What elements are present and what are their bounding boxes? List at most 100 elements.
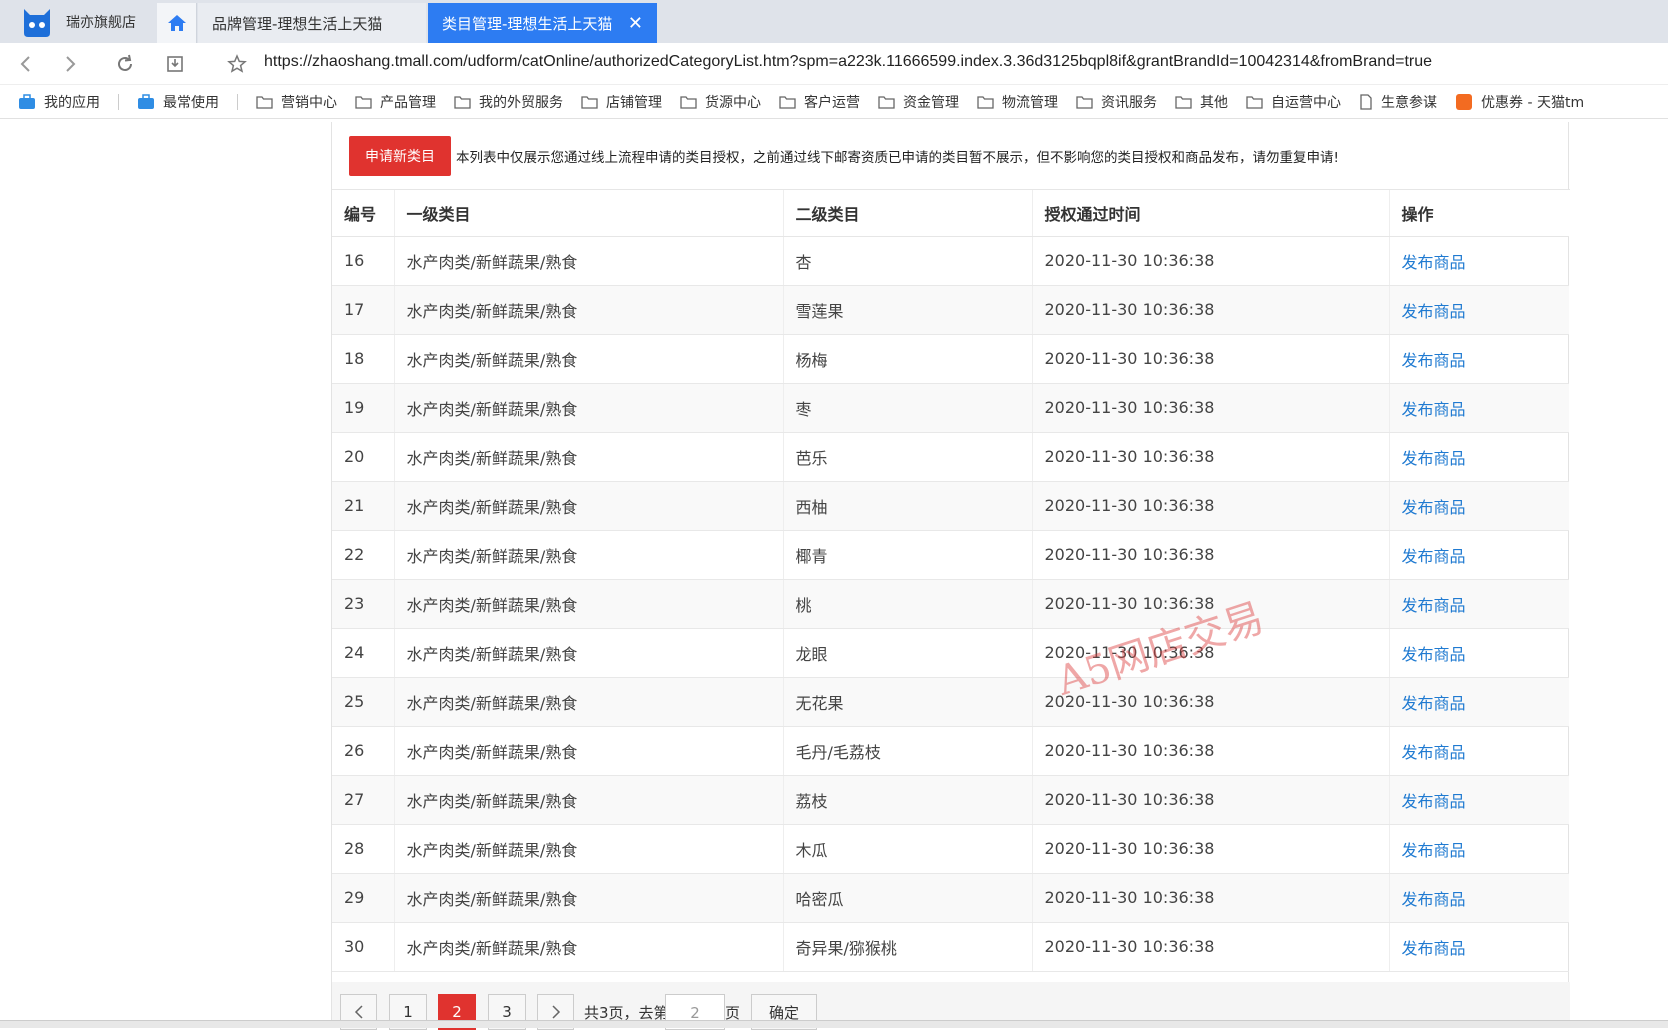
cell-cat2: 奇异果/猕猴桃 — [783, 922, 1033, 972]
coupon-icon — [1456, 93, 1472, 110]
tab-category-management[interactable]: 类目管理-理想生活上天猫 ✕ — [428, 3, 657, 43]
cell-time: 2020-11-30 10:36:38 — [1032, 677, 1390, 727]
table-row: 30 水产肉类/新鲜蔬果/熟食 奇异果/猕猴桃 2020-11-30 10:36:38… — [332, 922, 1569, 972]
cell-cat1: 水产肉类/新鲜蔬果/熟食 — [394, 285, 784, 335]
bookmark-folder[interactable]: 产品管理 — [355, 92, 436, 112]
cell-cat1: 水产肉类/新鲜蔬果/熟食 — [394, 726, 784, 776]
cell-cat1: 水产肉类/新鲜蔬果/熟食 — [394, 922, 784, 972]
briefcase-icon — [138, 93, 154, 109]
bookmark-folder[interactable]: 我的外贸服务 — [454, 92, 563, 112]
bookmark-folder[interactable]: 自运营中心 — [1246, 92, 1341, 112]
bookmark-folder[interactable]: 店铺管理 — [581, 92, 662, 112]
home-icon — [167, 15, 186, 31]
bookmark-page[interactable]: 生意参谋 — [1359, 92, 1437, 112]
bookmark-label: 客户运营 — [804, 94, 860, 111]
folder-icon — [680, 95, 697, 109]
table-header-row: 编号 一级类目 二级类目 授权通过时间 操作 — [332, 190, 1569, 237]
table-row: 19 水产肉类/新鲜蔬果/熟食枣 2020-11-30 10:36:38 发布商品 — [332, 383, 1569, 433]
address-bar: https://zhaoshang.tmall.com/udform/catOn… — [0, 43, 1668, 85]
publish-product-link[interactable]: 发布商品 — [1389, 824, 1569, 874]
bookmark-folder[interactable]: 其他 — [1175, 92, 1228, 112]
folder-icon — [581, 95, 598, 109]
publish-product-link[interactable]: 发布商品 — [1389, 383, 1569, 433]
bookmark-folder[interactable]: 物流管理 — [977, 92, 1058, 112]
cell-id: 19 — [332, 383, 395, 433]
bookmark-folder[interactable]: 资讯服务 — [1076, 92, 1157, 112]
cell-cat1: 水产肉类/新鲜蔬果/熟食 — [394, 775, 784, 825]
tab-label: 类目管理-理想生活上天猫 — [442, 14, 613, 33]
bookmark-separator — [118, 93, 119, 110]
cell-cat1: 水产肉类/新鲜蔬果/熟食 — [394, 824, 784, 874]
publish-product-link[interactable]: 发布商品 — [1389, 432, 1569, 482]
bookmark-label: 资讯服务 — [1101, 94, 1157, 111]
bookmark-label: 货源中心 — [705, 94, 761, 111]
column-header-id: 编号 — [332, 190, 395, 237]
folder-icon — [454, 95, 471, 109]
cell-id: 22 — [332, 530, 395, 580]
publish-product-link[interactable]: 发布商品 — [1389, 236, 1569, 286]
apply-new-category-button[interactable]: 申请新类目 — [349, 135, 451, 176]
chevron-right-icon — [551, 1005, 560, 1019]
cell-time: 2020-11-30 10:36:38 — [1032, 824, 1390, 874]
publish-product-link[interactable]: 发布商品 — [1389, 628, 1569, 678]
publish-product-link[interactable]: 发布商品 — [1389, 726, 1569, 776]
bookmark-folder[interactable]: 客户运营 — [779, 92, 860, 112]
bookmark-label: 我的应用 — [44, 94, 100, 111]
cell-cat1: 水产肉类/新鲜蔬果/熟食 — [394, 334, 784, 384]
category-table: 编号 一级类目 二级类目 授权通过时间 操作 16 水产肉类/新鲜蔬果/熟食杏 20… — [332, 190, 1569, 972]
briefcase-icon — [19, 93, 35, 109]
home-tab[interactable] — [157, 3, 197, 43]
cell-id: 16 — [332, 236, 395, 286]
bookmark-folder[interactable]: 资金管理 — [878, 92, 959, 112]
publish-product-link[interactable]: 发布商品 — [1389, 775, 1569, 825]
tmall-cat-logo-icon — [24, 8, 50, 37]
publish-product-link[interactable]: 发布商品 — [1389, 285, 1569, 335]
notice-text: 本列表中仅展示您通过线上流程申请的类目授权，之前通过线下邮寄资质已申请的类目暂不… — [456, 149, 1339, 166]
cell-id: 27 — [332, 775, 395, 825]
refresh-icon[interactable] — [112, 51, 138, 77]
cell-time: 2020-11-30 10:36:38 — [1032, 726, 1390, 776]
close-icon[interactable]: ✕ — [628, 13, 643, 34]
bookmark-most-used[interactable]: 最常使用 — [137, 92, 219, 112]
publish-product-link[interactable]: 发布商品 — [1389, 579, 1569, 629]
bookmark-label: 店铺管理 — [606, 94, 662, 111]
bookmark-my-apps[interactable]: 我的应用 — [18, 92, 100, 112]
publish-product-link[interactable]: 发布商品 — [1389, 922, 1569, 972]
cell-id: 30 — [332, 922, 395, 972]
table-row: 23 水产肉类/新鲜蔬果/熟食桃 2020-11-30 10:36:38 发布商品 — [332, 579, 1569, 629]
horizontal-scrollbar[interactable] — [0, 1020, 1668, 1028]
bookmark-folder[interactable]: 营销中心 — [256, 92, 337, 112]
cell-id: 21 — [332, 481, 395, 531]
cell-id: 28 — [332, 824, 395, 874]
publish-product-link[interactable]: 发布商品 — [1389, 334, 1569, 384]
cell-time: 2020-11-30 10:36:38 — [1032, 775, 1390, 825]
cell-time: 2020-11-30 10:36:38 — [1032, 432, 1390, 482]
bookmark-separator — [237, 93, 238, 110]
star-icon[interactable] — [224, 51, 250, 77]
store-brand[interactable]: 瑞亦旗舰店 — [0, 0, 156, 43]
cell-cat2: 荔枝 — [783, 775, 1033, 825]
bookmark-coupon[interactable]: 优惠券 - 天猫tm — [1455, 92, 1584, 112]
cell-time: 2020-11-30 10:36:38 — [1032, 334, 1390, 384]
bookmark-folder[interactable]: 货源中心 — [680, 92, 761, 112]
publish-product-link[interactable]: 发布商品 — [1389, 481, 1569, 531]
folder-icon — [1246, 95, 1263, 109]
table-row: 27 水产肉类/新鲜蔬果/熟食 荔枝 2020-11-30 10:36:38 发布商品 — [332, 775, 1569, 825]
forward-icon[interactable] — [58, 51, 84, 77]
table-row: 20 水产肉类/新鲜蔬果/熟食 芭乐 2020-11-30 10:36:38 发布商品 — [332, 432, 1569, 482]
tab-brand-management[interactable]: 品牌管理-理想生活上天猫 — [198, 3, 426, 43]
store-name: 瑞亦旗舰店 — [66, 14, 136, 31]
publish-product-link[interactable]: 发布商品 — [1389, 530, 1569, 580]
cell-cat1: 水产肉类/新鲜蔬果/熟食 — [394, 628, 784, 678]
table-row: 24 水产肉类/新鲜蔬果/熟食 龙眼 2020-11-30 10:36:38 发布商品 — [332, 628, 1569, 678]
publish-product-link[interactable]: 发布商品 — [1389, 677, 1569, 727]
publish-product-link[interactable]: 发布商品 — [1389, 873, 1569, 923]
table-row: 22 水产肉类/新鲜蔬果/熟食 椰青 2020-11-30 10:36:38 发布商品 — [332, 530, 1569, 580]
bookmark-label: 我的外贸服务 — [479, 94, 563, 111]
back-icon[interactable] — [12, 51, 38, 77]
cell-cat2: 木瓜 — [783, 824, 1033, 874]
folder-icon — [355, 95, 372, 109]
url-input[interactable]: https://zhaoshang.tmall.com/udform/catOn… — [264, 53, 1432, 71]
save-page-icon[interactable] — [162, 51, 188, 77]
folder-icon — [977, 95, 994, 109]
